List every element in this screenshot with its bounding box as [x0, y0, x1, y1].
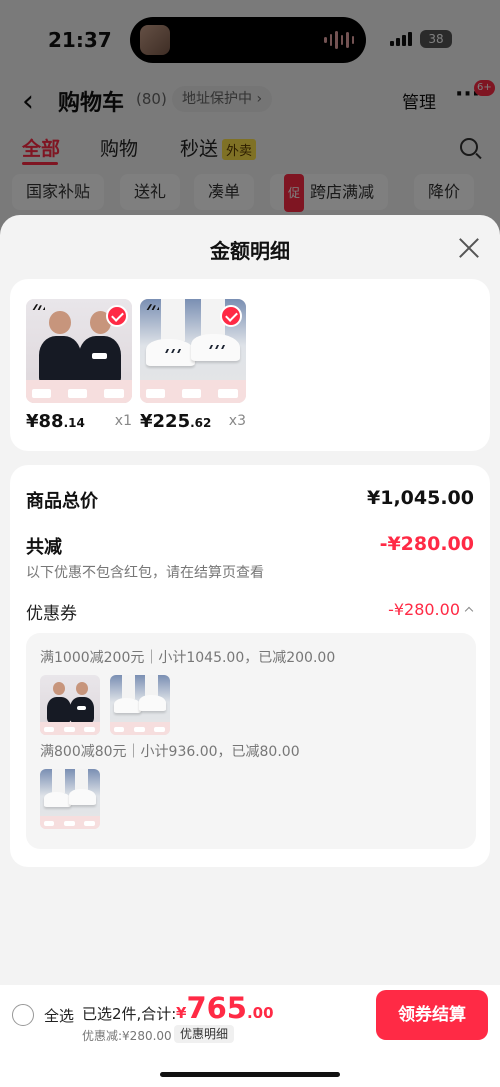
coupon-product-thumb — [40, 769, 100, 829]
tab-all[interactable]: 全部 — [22, 134, 60, 161]
selected-check-icon — [106, 305, 128, 327]
status-bar: 21:37 38 — [0, 0, 500, 80]
close-icon[interactable] — [456, 235, 482, 261]
selected-summary: 已选2件,合计: — [82, 1005, 177, 1023]
select-all-radio[interactable] — [12, 1004, 34, 1026]
page-title: 购物车 — [58, 91, 125, 116]
total-price-label: 商品总价 — [26, 491, 98, 512]
product-item[interactable]: ¥88.14 x1 — [26, 299, 132, 432]
status-time: 21:37 — [48, 28, 112, 52]
price-summary-card: 商品总价 ¥1,045.00 共减 -¥280.00 以下优惠不包含红包，请在结… — [10, 465, 490, 867]
product-item[interactable]: ¥225.62 x3 — [140, 299, 246, 432]
chip-cross-store-label: 跨店满减 — [310, 182, 375, 202]
chip-bundle[interactable]: 凑单 — [194, 174, 255, 210]
chevron-up-icon — [464, 606, 474, 616]
chip-price-drop[interactable]: 降价 — [414, 174, 475, 210]
filter-chips: 国家补贴 送礼 凑单 促跨店满减 降价 — [0, 174, 500, 214]
tab-shopping[interactable]: 购物 — [100, 134, 138, 161]
chip-cross-store[interactable]: 促跨店满减 — [270, 174, 389, 212]
takeout-tag: 外卖 — [222, 139, 257, 160]
sheet-title: 金额明细 — [210, 239, 290, 263]
more-badge: 6+ — [474, 80, 495, 96]
coupon-detail-box: 满1000减200元｜小计1045.00，已减200.00 满800减80元｜小… — [26, 633, 476, 849]
cellular-signal-icon — [390, 32, 412, 46]
total-price-value: ¥1,045.00 — [367, 487, 474, 509]
coupon-label: 优惠券 — [26, 604, 77, 624]
discount-detail-button[interactable]: 优惠明细 — [174, 1025, 235, 1043]
coupon-value: -¥280.00 — [388, 600, 460, 619]
product-price: ¥225.62 — [140, 411, 212, 432]
product-price: ¥88.14 — [26, 411, 85, 432]
product-quantity: x1 — [114, 413, 132, 429]
promo-icon: 促 — [284, 174, 305, 212]
product-image-sneaker — [140, 299, 246, 403]
chip-gift[interactable]: 送礼 — [120, 174, 181, 210]
back-chevron-icon[interactable]: ‹ — [22, 84, 34, 119]
tab-active-underline — [22, 162, 58, 165]
dynamic-island — [130, 17, 366, 63]
checkout-button[interactable]: 领券结算 — [376, 990, 488, 1040]
coupon-rule-line: 满800减80元｜小计936.00，已减80.00 — [40, 744, 300, 760]
selected-products-card: ¥88.14 x1 ¥225.62 x3 — [10, 279, 490, 451]
tab-instant-delivery[interactable]: 秒送 外卖 — [180, 134, 257, 161]
coupon-product-thumb — [40, 675, 100, 735]
cart-item-count: (80) — [136, 90, 167, 108]
search-icon[interactable] — [460, 138, 478, 156]
product-image-tshirt — [26, 299, 132, 403]
battery-icon: 38 — [420, 30, 452, 48]
coupon-product-thumb — [110, 675, 170, 735]
total-reduction-value: -¥280.00 — [379, 533, 474, 555]
selected-check-icon — [220, 305, 242, 327]
home-indicator — [160, 1072, 340, 1077]
reduction-note: 以下优惠不包含红包，请在结算页查看 — [26, 565, 264, 581]
cart-nav-bar: ‹ 购物车 (80) 地址保护中 › 管理 ··· 6+ — [0, 80, 500, 120]
manage-button[interactable]: 管理 — [402, 88, 436, 113]
now-playing-artwork — [140, 25, 170, 55]
coupon-toggle[interactable]: -¥280.00 — [388, 600, 474, 619]
cart-tabs: 全部 购物 秒送 外卖 — [0, 134, 500, 166]
product-quantity: x3 — [228, 413, 246, 429]
amount-detail-sheet: 金额明细 ¥88.14 x1 ¥225.62 x3 商品总价 ¥1,045.00… — [0, 215, 500, 1087]
select-all-label[interactable]: 全选 — [44, 1005, 74, 1026]
total-reduction-label: 共减 — [26, 537, 62, 558]
audio-wave-icon — [324, 30, 354, 50]
total-payable: ¥765.00 — [176, 991, 274, 1025]
address-protect-pill[interactable]: 地址保护中 › — [172, 86, 273, 112]
chip-national-subsidy[interactable]: 国家补贴 — [12, 174, 105, 210]
tab-instant-delivery-label: 秒送 — [180, 138, 219, 160]
coupon-rule-line: 满1000减200元｜小计1045.00，已减200.00 — [40, 650, 336, 666]
discount-amount: 优惠减:¥280.00 — [82, 1029, 172, 1043]
